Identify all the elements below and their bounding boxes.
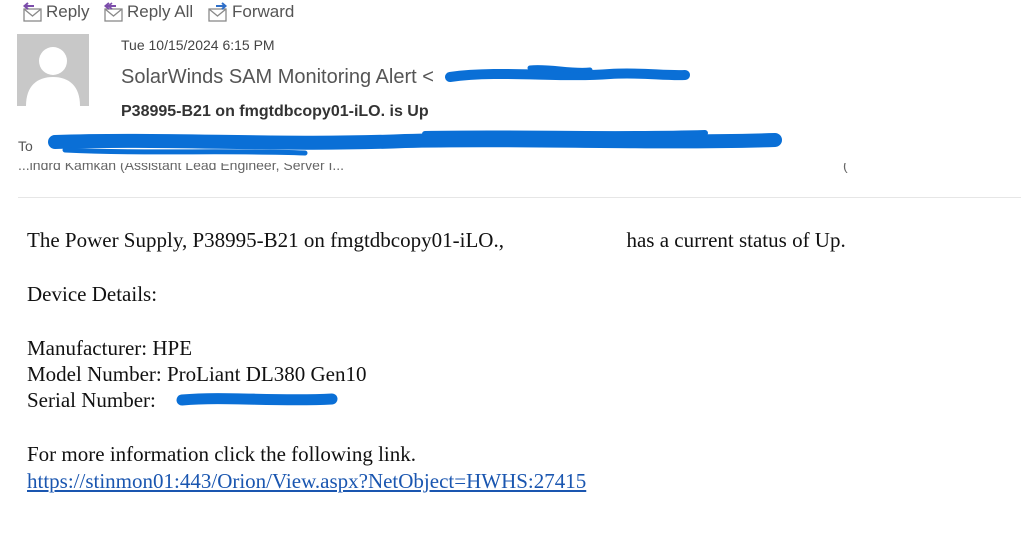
orion-link-line: https://stinmon01:443/Orion/View.aspx?Ne… <box>27 469 586 494</box>
cc-trailing-glyph: ( <box>843 163 848 173</box>
recipients-redaction <box>48 130 782 156</box>
status-line-prefix: The Power Supply, P38995-B21 on fmgtdbco… <box>27 228 504 252</box>
reply-button[interactable]: Reply <box>20 1 89 23</box>
reply-all-icon <box>101 1 125 23</box>
status-line-suffix: has a current status of Up. <box>626 228 846 252</box>
orion-link[interactable]: https://stinmon01:443/Orion/View.aspx?Ne… <box>27 469 586 493</box>
forward-button[interactable]: Forward <box>206 1 294 23</box>
sender-name[interactable]: SolarWinds SAM Monitoring Alert < <box>121 66 434 89</box>
reply-icon <box>20 1 44 23</box>
forward-label: Forward <box>232 2 295 21</box>
person-silhouette-icon <box>26 47 80 106</box>
device-details-heading: Device Details: <box>27 282 158 306</box>
cc-recipients-text: ...indrd Kamkan (Assistant Lead Engineer… <box>18 163 345 173</box>
header-divider <box>18 197 1021 198</box>
more-info-line: For more information click the following… <box>27 442 417 466</box>
to-label: To <box>18 138 33 154</box>
manufacturer-line: Manufacturer: HPE <box>27 336 193 360</box>
reply-label: Reply <box>46 2 90 21</box>
serial-number-label: Serial Number: <box>27 388 156 412</box>
message-date: Tue 10/15/2024 6:15 PM <box>121 37 275 53</box>
reply-all-label: Reply All <box>127 2 194 21</box>
message-toolbar: Reply Reply All Forward <box>0 0 1021 26</box>
serial-number-line: Serial Number: <box>27 388 156 413</box>
forward-icon <box>206 1 230 23</box>
status-line: The Power Supply, P38995-B21 on fmgtdbco… <box>27 228 846 253</box>
message-subject: P38995-B21 on fmgtdbcopy01-iLO. is Up <box>121 103 429 120</box>
serial-number-redaction <box>176 393 338 406</box>
sender-email-redaction <box>445 65 690 82</box>
sender-avatar <box>17 34 89 106</box>
cc-line-clipped: ...indrd Kamkan (Assistant Lead Engineer… <box>18 163 878 183</box>
reply-all-button[interactable]: Reply All <box>101 1 193 23</box>
model-number-line: Model Number: ProLiant DL380 Gen10 <box>27 362 367 386</box>
